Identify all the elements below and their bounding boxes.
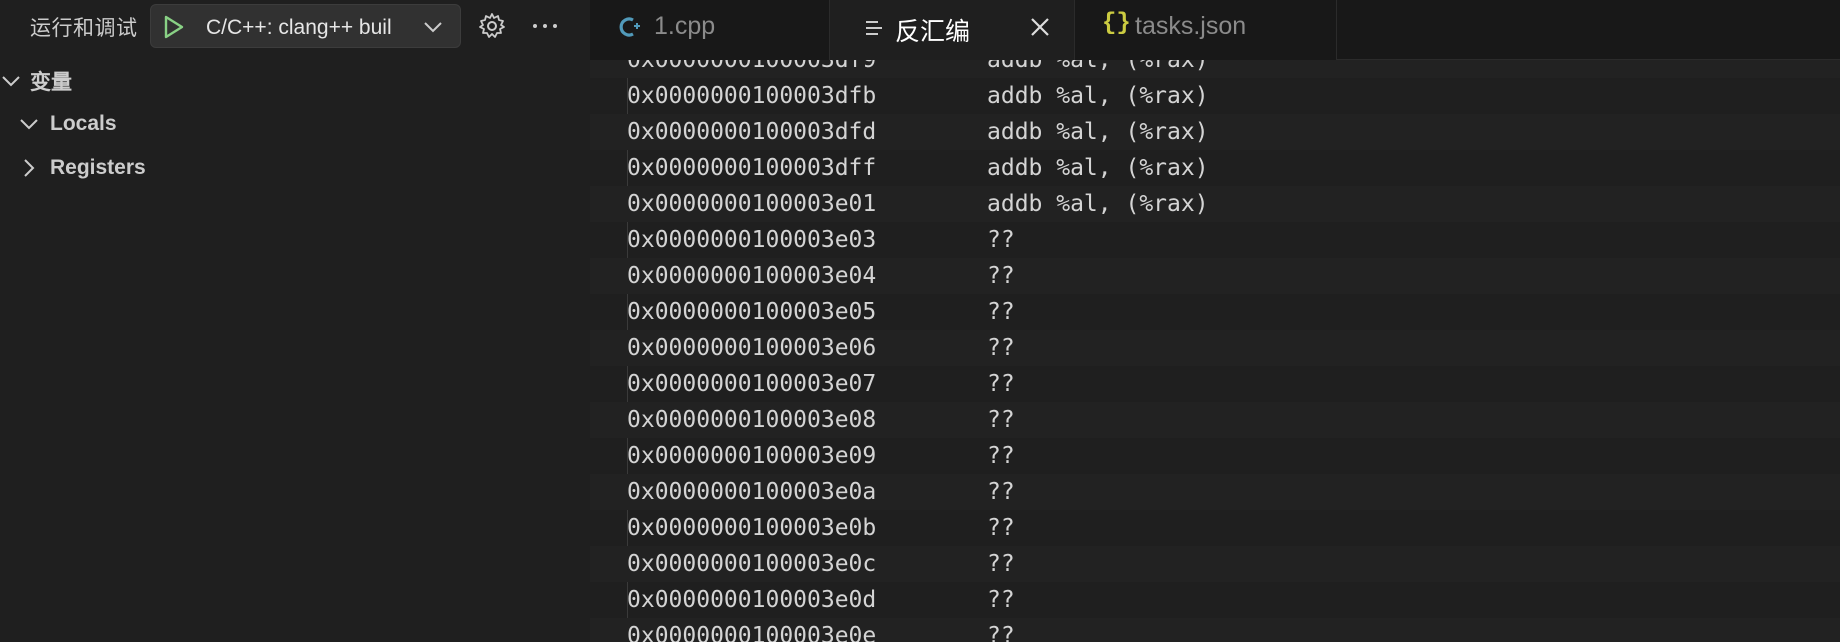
tab-1cpp[interactable]: 1.cpp <box>590 0 830 60</box>
editor-area: 1.cpp 反汇编 {} tasks.json 0x0000000100003d… <box>590 0 1840 642</box>
disassembly-line[interactable]: 0x0000000100003dfd addb %al, (%rax) <box>590 114 1840 150</box>
tree-item-locals[interactable]: Locals <box>18 112 117 136</box>
instruction-address: 0x0000000100003df9 <box>627 60 877 73</box>
disassembly-line[interactable]: 0x0000000100003e03?? <box>590 222 1840 258</box>
chevron-down-icon <box>20 119 38 130</box>
instruction-address: 0x0000000100003e04 <box>627 263 877 289</box>
disassembly-line[interactable]: 0x0000000100003e01 addb %al, (%rax) <box>590 186 1840 222</box>
chevron-right-icon <box>24 159 35 177</box>
instruction-address: 0x0000000100003e01 <box>627 191 877 217</box>
instruction-address: 0x0000000100003e0c <box>627 551 877 577</box>
chevron-down-icon[interactable] <box>423 18 443 36</box>
instruction-address: 0x0000000100003e0d <box>627 587 877 613</box>
instruction-address: 0x0000000100003dfb <box>627 83 877 109</box>
instruction-text: ?? <box>987 371 1015 397</box>
play-icon[interactable] <box>163 15 185 39</box>
disassembly-line[interactable]: 0x0000000100003dff addb %al, (%rax) <box>590 150 1840 186</box>
instruction-text: ?? <box>987 515 1015 541</box>
tab-bar: 1.cpp 反汇编 {} tasks.json <box>590 0 1840 60</box>
instruction-text: ?? <box>987 227 1015 253</box>
more-icon[interactable] <box>530 12 560 40</box>
instruction-text: addb %al, (%rax) <box>987 191 1209 217</box>
debug-sidebar: 运行和调试 C/C++: clang++ buil 变量 Locals Regi… <box>0 0 590 642</box>
disassembly-line[interactable]: 0x0000000100003e05?? <box>590 294 1840 330</box>
instruction-text: ?? <box>987 407 1015 433</box>
instruction-text: ?? <box>987 263 1015 289</box>
disassembly-view[interactable]: 0x0000000100003df9 addb %al, (%rax) 0x0000… <box>590 60 1840 642</box>
instruction-address: 0x0000000100003e0a <box>627 479 877 505</box>
instruction-text: ?? <box>987 551 1015 577</box>
instruction-text: addb %al, (%rax) <box>987 155 1209 181</box>
instruction-text: addb %al, (%rax) <box>987 60 1209 73</box>
instruction-address: 0x0000000100003e05 <box>627 299 877 325</box>
tree-item-label: Registers <box>50 156 146 179</box>
instruction-address: 0x0000000100003dff <box>627 155 877 181</box>
disassembly-lines: 0x0000000100003df9 addb %al, (%rax) 0x0000… <box>590 60 1840 642</box>
braces-icon: {} <box>1102 10 1131 37</box>
tab-label: 1.cpp <box>654 12 716 40</box>
disassembly-line[interactable]: 0x0000000100003e0e?? <box>590 618 1840 642</box>
instruction-text: addb %al, (%rax) <box>987 119 1209 145</box>
instruction-address: 0x0000000100003e0e <box>627 623 877 642</box>
launch-config-dropdown[interactable]: C/C++: clang++ buil <box>150 4 461 48</box>
disassembly-line[interactable]: 0x0000000100003e07?? <box>590 366 1840 402</box>
disassembly-line[interactable]: 0x0000000100003e0a?? <box>590 474 1840 510</box>
instruction-address: 0x0000000100003e08 <box>627 407 877 433</box>
tree-item-label: Locals <box>50 112 117 135</box>
disassembly-line[interactable]: 0x0000000100003e0c?? <box>590 546 1840 582</box>
disassembly-line[interactable]: 0x0000000100003e04?? <box>590 258 1840 294</box>
instruction-address: 0x0000000100003dfd <box>627 119 877 145</box>
disassembly-line[interactable]: 0x0000000100003e08?? <box>590 402 1840 438</box>
instruction-text: ?? <box>987 623 1015 642</box>
list-icon <box>866 21 882 35</box>
cpp-icon <box>619 17 640 37</box>
disassembly-line[interactable]: 0x0000000100003e09?? <box>590 438 1840 474</box>
instruction-text: ?? <box>987 443 1015 469</box>
tab-label: tasks.json <box>1135 12 1247 40</box>
disassembly-line[interactable]: 0x0000000100003dfb addb %al, (%rax) <box>590 78 1840 114</box>
instruction-text: ?? <box>987 299 1015 325</box>
instruction-text: addb %al, (%rax) <box>987 83 1209 109</box>
instruction-text: ?? <box>987 479 1015 505</box>
instruction-text: ?? <box>987 335 1015 361</box>
vscode-window: 运行和调试 C/C++: clang++ buil 变量 Locals Regi… <box>0 0 1840 642</box>
gear-icon[interactable] <box>478 12 506 40</box>
variables-section-label: 变量 <box>30 71 72 94</box>
tab-label: 反汇编 <box>895 18 971 46</box>
close-icon[interactable] <box>1028 15 1052 39</box>
disassembly-line[interactable]: 0x0000000100003df9 addb %al, (%rax) <box>590 60 1840 78</box>
variables-section-header[interactable]: 变量 <box>0 66 72 96</box>
tree-item-registers[interactable]: Registers <box>18 156 146 180</box>
instruction-address: 0x0000000100003e03 <box>627 227 877 253</box>
instruction-address: 0x0000000100003e09 <box>627 443 877 469</box>
instruction-text: ?? <box>987 587 1015 613</box>
disassembly-line[interactable]: 0x0000000100003e06?? <box>590 330 1840 366</box>
launch-config-label: C/C++: clang++ buil <box>206 16 392 39</box>
instruction-address: 0x0000000100003e0b <box>627 515 877 541</box>
chevron-down-icon <box>2 76 20 87</box>
run-and-debug-title: 运行和调试 <box>30 17 138 40</box>
disassembly-line[interactable]: 0x0000000100003e0b?? <box>590 510 1840 546</box>
debug-toolbar: 运行和调试 C/C++: clang++ buil <box>0 0 590 52</box>
disassembly-line[interactable]: 0x0000000100003e0d?? <box>590 582 1840 618</box>
instruction-address: 0x0000000100003e06 <box>627 335 877 361</box>
instruction-address: 0x0000000100003e07 <box>627 371 877 397</box>
